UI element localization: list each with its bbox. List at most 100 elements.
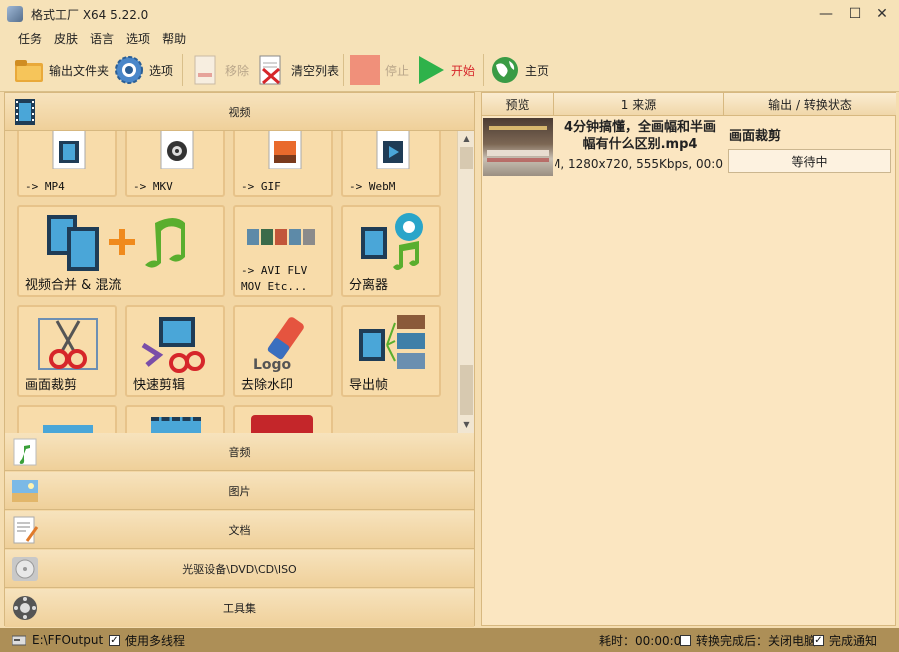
document-icon xyxy=(11,515,39,545)
start-button[interactable]: 开始 xyxy=(416,53,475,87)
stop-label: 停止 xyxy=(385,63,410,78)
tile-gif-label: -> GIF xyxy=(241,180,281,193)
crop-scissors-icon xyxy=(38,318,98,370)
category-audio[interactable]: 音频 xyxy=(5,433,474,471)
maximize-button[interactable]: ☐ xyxy=(841,0,869,28)
film-icon xyxy=(11,97,39,127)
output-folder-label: 输出文件夹 xyxy=(49,63,110,78)
tile-splitter[interactable]: 分离器 xyxy=(341,205,441,297)
column-source[interactable]: 1 来源 xyxy=(554,93,724,116)
category-disc-label: 光驱设备\DVD\CD\ISO xyxy=(182,562,297,576)
options-button[interactable]: 选项 xyxy=(114,53,173,87)
menu-help[interactable]: 帮助 xyxy=(156,30,192,47)
category-document-label: 文档 xyxy=(228,523,251,537)
format-strip-icon xyxy=(247,229,315,245)
file-name-line-1: 4分钟搞懂，全画幅和半画 xyxy=(563,120,717,135)
category-audio-label: 音频 xyxy=(228,445,251,459)
category-tools-label: 工具集 xyxy=(223,602,256,615)
music-note-icon xyxy=(11,437,39,467)
category-disc[interactable]: 光驱设备\DVD\CD\ISO xyxy=(5,550,474,588)
stop-icon xyxy=(350,55,380,85)
scroll-down-arrow[interactable]: ▼ xyxy=(458,417,475,431)
video-tool-grid: -> MP4 -> MKV -> GIF -> WebM 视频合并 & 混流 -… xyxy=(5,131,457,433)
column-preview[interactable]: 预览 xyxy=(482,93,554,116)
menu-task[interactable]: 任务 xyxy=(12,30,48,47)
export-frames-icon xyxy=(359,315,425,369)
app-icon xyxy=(7,6,23,22)
clear-list-label: 清空列表 xyxy=(291,63,340,78)
globe-icon xyxy=(490,55,520,85)
gif-file-icon xyxy=(268,131,302,169)
scroll-up-arrow[interactable]: ▲ xyxy=(458,131,475,145)
notify-checkbox[interactable]: ✓ 完成通知 xyxy=(813,628,877,652)
merge-icon xyxy=(47,215,185,271)
tile-mkv[interactable]: -> MKV xyxy=(125,131,225,197)
tile-partial[interactable] xyxy=(233,405,333,433)
tile-export-frames[interactable]: 导出帧 xyxy=(341,305,441,397)
category-panel: 视频 -> MP4 -> MKV -> GIF -> WebM 视频合并 & 混… xyxy=(4,92,475,627)
tile-export-frames-label: 导出帧 xyxy=(349,378,389,393)
output-folder-button[interactable]: 输出文件夹 xyxy=(14,53,109,87)
tools-icon xyxy=(11,593,39,623)
minimize-button[interactable]: — xyxy=(812,0,840,28)
status-button[interactable]: 等待中 xyxy=(728,149,891,173)
home-label: 主页 xyxy=(525,63,550,78)
column-output-status[interactable]: 输出 / 转换状态 xyxy=(724,93,896,116)
home-button[interactable]: 主页 xyxy=(490,53,549,87)
clear-list-icon xyxy=(256,55,286,85)
video-thumbnail xyxy=(483,118,553,176)
gear-icon xyxy=(114,55,144,85)
toolbar-separator xyxy=(182,54,183,86)
eraser-icon: Logo xyxy=(253,317,304,373)
multithread-checkbox[interactable]: ✓ 使用多线程 xyxy=(109,628,185,652)
source-file-name: 4分钟搞懂，全画幅和半画 幅有什么区别.mp4 xyxy=(556,119,724,153)
tile-merge[interactable]: 视频合并 & 混流 xyxy=(17,205,225,297)
menu-options[interactable]: 选项 xyxy=(120,30,156,47)
remove-button[interactable]: 移除 xyxy=(190,53,249,87)
tile-crop[interactable]: 画面裁剪 xyxy=(17,305,117,397)
tile-avi-label-2: MOV Etc... xyxy=(241,280,308,293)
scroll-thumb[interactable] xyxy=(460,147,473,169)
tile-merge-label: 视频合并 & 混流 xyxy=(25,278,122,293)
category-tools[interactable]: 工具集 xyxy=(5,589,474,627)
menu-skin[interactable]: 皮肤 xyxy=(48,30,84,47)
tile-quick-clip[interactable]: 快速剪辑 xyxy=(125,305,225,397)
tile-remove-watermark[interactable]: Logo 去除水印 xyxy=(233,305,333,397)
splitter-icon xyxy=(361,213,423,270)
play-icon xyxy=(416,55,446,85)
shutdown-checkbox[interactable]: 转换完成后：关闭电脑 xyxy=(680,628,816,652)
close-button[interactable]: ✕ xyxy=(868,0,896,28)
video-icon xyxy=(43,425,93,433)
multithread-check-icon: ✓ xyxy=(109,634,120,646)
quick-clip-icon xyxy=(141,317,205,373)
menu-language[interactable]: 语言 xyxy=(84,30,120,47)
disc-icon xyxy=(11,554,39,584)
tile-mp4[interactable]: -> MP4 xyxy=(17,131,117,197)
multithread-label: 使用多线程 xyxy=(125,633,186,648)
tile-gif[interactable]: -> GIF xyxy=(233,131,333,197)
clear-list-button[interactable]: 清空列表 xyxy=(256,53,339,87)
category-video[interactable]: 视频 xyxy=(5,93,474,131)
category-document[interactable]: 文档 xyxy=(5,511,474,549)
tile-webm[interactable]: -> WebM xyxy=(341,131,441,197)
tool-grid-scrollbar[interactable]: ▲ ▼ xyxy=(457,131,474,433)
tile-partial[interactable] xyxy=(125,405,225,433)
toolbar: 输出文件夹 选项 移除 清空列表 停止 开始 主页 xyxy=(0,48,899,92)
category-video-label: 视频 xyxy=(228,105,251,119)
folder-icon xyxy=(14,55,44,85)
tile-avi-label-1: -> AVI FLV xyxy=(241,264,308,277)
tile-mkv-label: -> MKV xyxy=(133,180,173,193)
image-icon xyxy=(11,476,39,506)
tile-avi[interactable]: -> AVI FLV MOV Etc... xyxy=(233,205,333,297)
remove-doc-icon xyxy=(190,55,220,85)
toolbar-separator xyxy=(483,54,484,86)
stop-button[interactable]: 停止 xyxy=(350,53,409,87)
tile-quick-clip-label: 快速剪辑 xyxy=(133,378,186,393)
tile-partial[interactable] xyxy=(17,405,117,433)
scroll-track-block xyxy=(460,365,473,415)
webm-file-icon xyxy=(376,131,410,169)
options-label: 选项 xyxy=(149,63,174,78)
category-image[interactable]: 图片 xyxy=(5,472,474,510)
output-path[interactable]: E:\FFOutput xyxy=(12,628,103,652)
screen-record-icon xyxy=(251,415,313,433)
